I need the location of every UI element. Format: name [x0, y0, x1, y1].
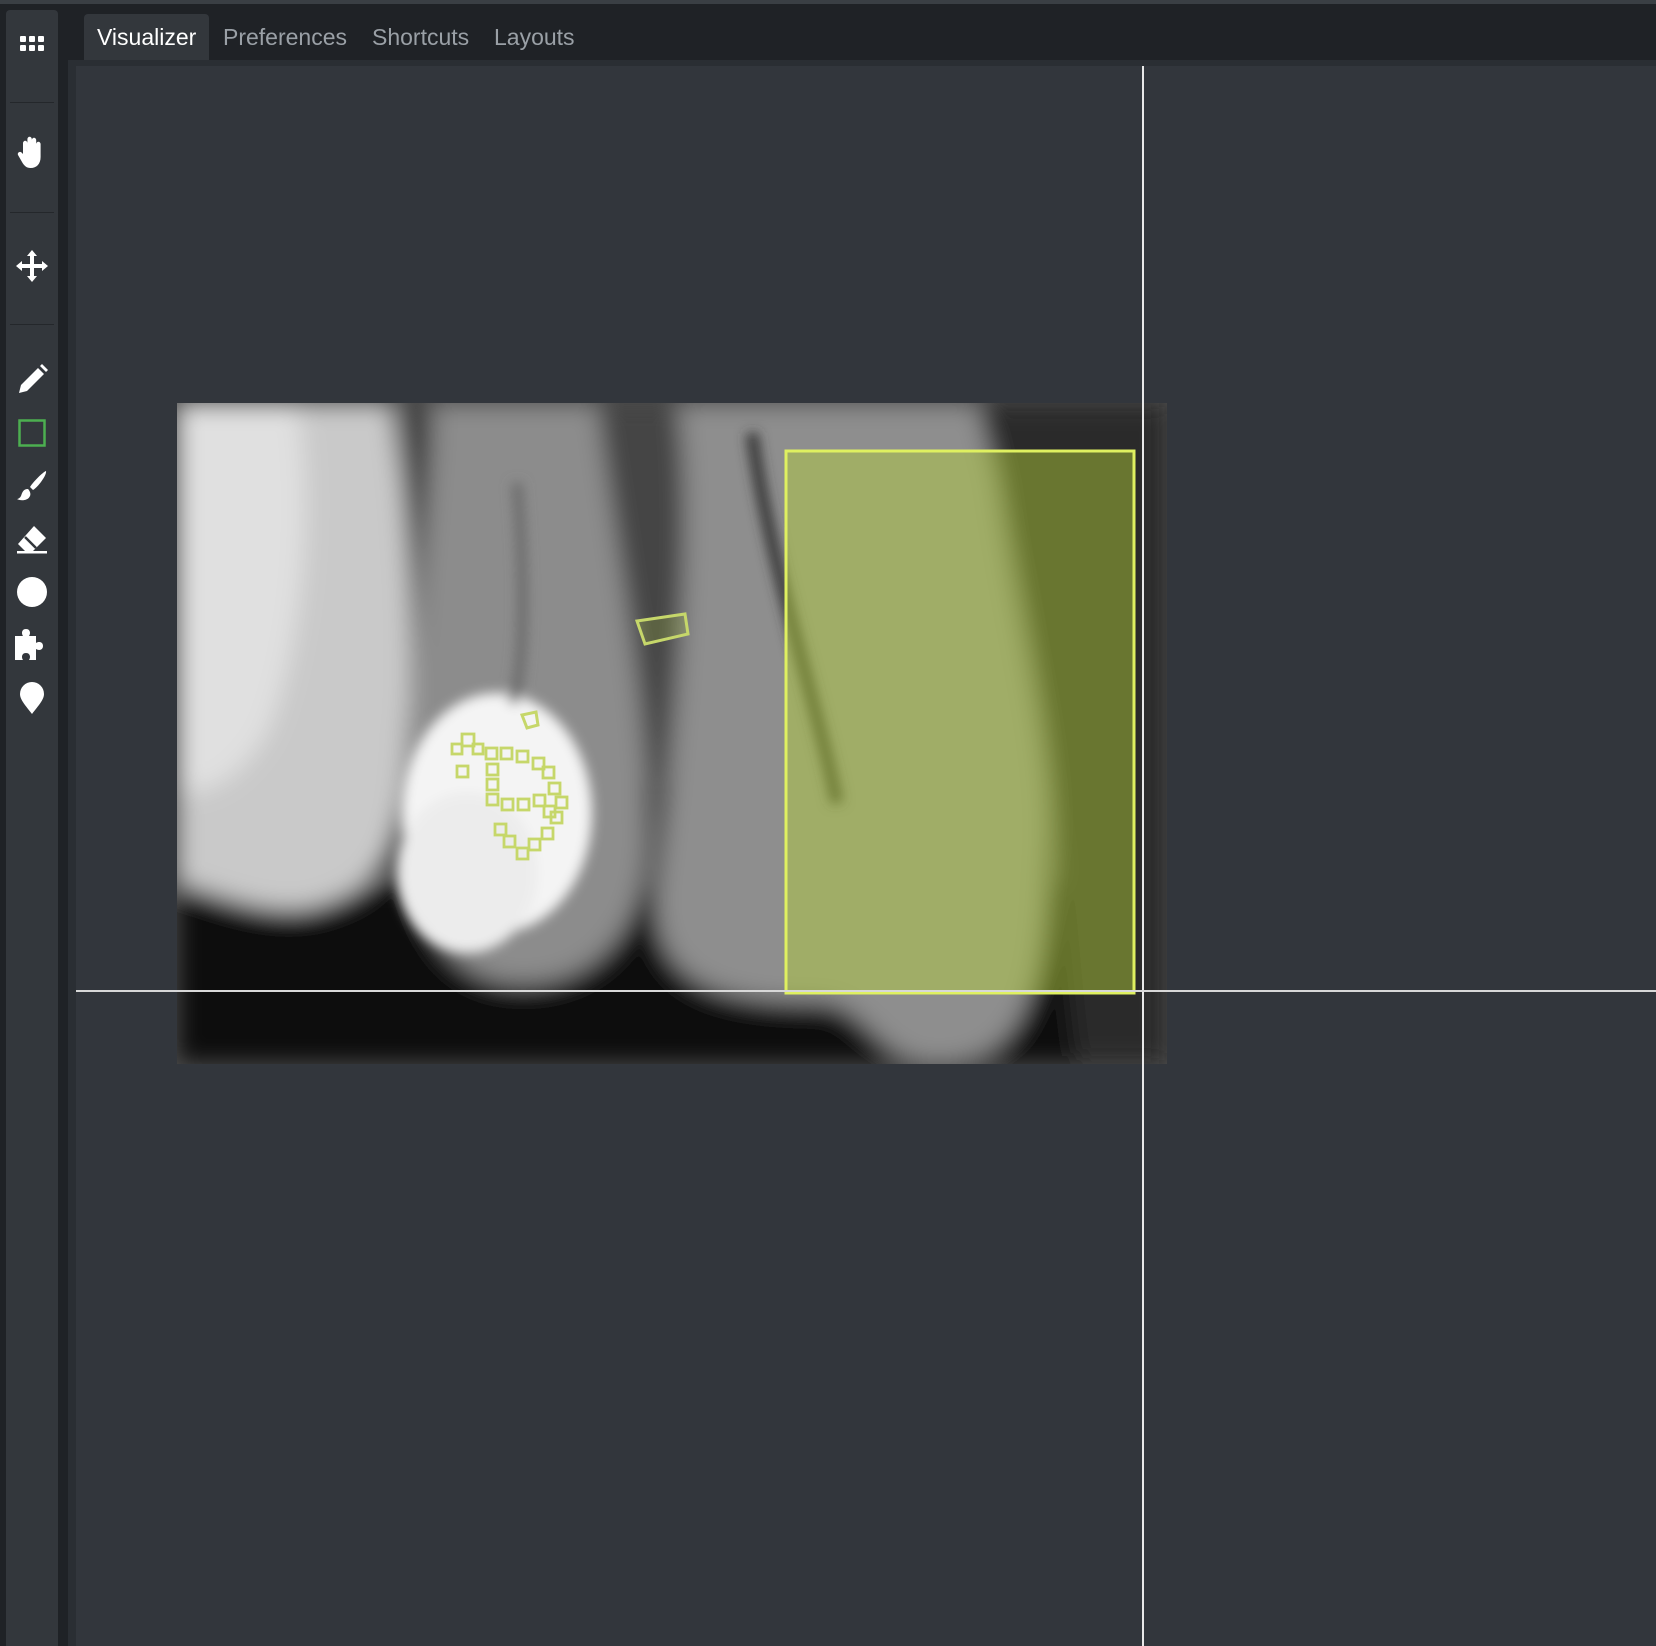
pin-icon	[20, 682, 44, 714]
rectangle-tool-button[interactable]	[6, 411, 58, 455]
pencil-tool-button[interactable]	[6, 358, 58, 402]
window-top-border	[0, 0, 1656, 4]
move-icon	[16, 250, 48, 282]
eraser-icon	[17, 526, 47, 554]
brush-icon	[17, 471, 47, 501]
pencil-icon	[19, 364, 48, 393]
move-tool-button[interactable]	[6, 244, 58, 288]
eraser-tool-button[interactable]	[6, 517, 58, 561]
rectangle-icon	[18, 419, 46, 447]
crosshair-vertical-line	[1142, 66, 1144, 1646]
toolbar-separator	[10, 102, 54, 103]
apps-grid-button[interactable]	[6, 22, 58, 66]
tab-shortcuts[interactable]: Shortcuts	[372, 14, 469, 60]
crosshair-horizontal-line	[76, 990, 1656, 992]
puzzle-icon	[15, 629, 43, 660]
tab-visualizer[interactable]: Visualizer	[84, 14, 210, 60]
left-toolbar	[6, 10, 58, 1646]
tab-preferences[interactable]: Preferences	[223, 14, 347, 60]
brush-tool-button[interactable]	[6, 464, 58, 508]
image-viewport[interactable]	[68, 60, 1656, 1646]
pan-tool-button[interactable]	[6, 130, 58, 174]
bounding-box-annotation[interactable]	[784, 449, 1136, 995]
toolbar-separator	[10, 212, 54, 213]
circle-icon	[17, 577, 47, 607]
grid-icon	[20, 36, 44, 51]
hand-icon	[17, 136, 41, 168]
ellipse-tool-button[interactable]	[6, 570, 58, 614]
dental-xray-image	[177, 403, 1167, 1064]
tab-layouts[interactable]: Layouts	[494, 14, 575, 60]
plugin-tool-button[interactable]	[6, 623, 58, 667]
toolbar-separator	[10, 324, 54, 325]
marker-tool-button[interactable]	[6, 676, 58, 720]
